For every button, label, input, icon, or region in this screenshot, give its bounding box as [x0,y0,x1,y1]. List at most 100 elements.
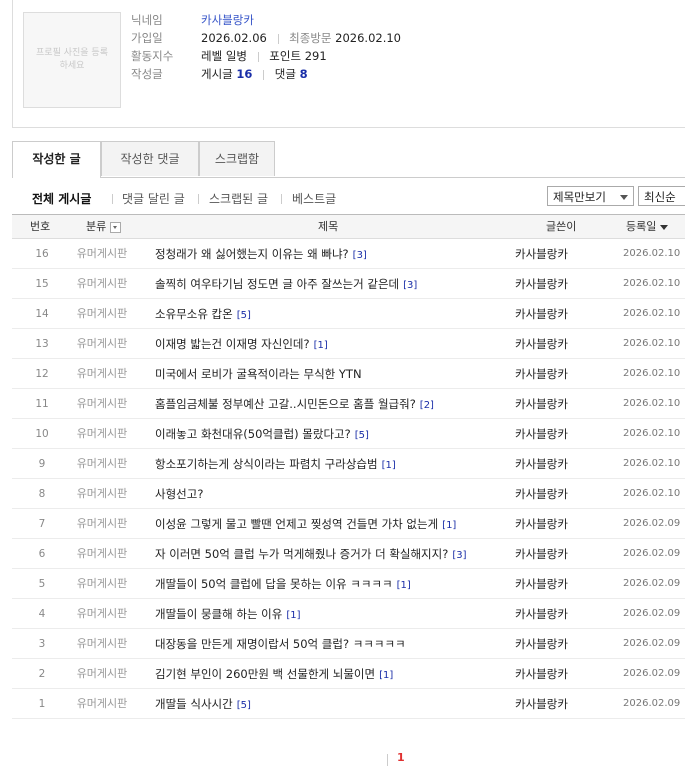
tab-scraps[interactable]: 스크랩함 [199,141,275,176]
filter-commented-posts[interactable]: 댓글 달린 글 [122,190,185,207]
post-category[interactable]: 유머게시판 [72,449,132,479]
comment-count[interactable]: [1] [314,340,328,351]
post-author[interactable]: 카사블랑카 [515,569,568,599]
post-category[interactable]: 유머게시판 [72,419,132,449]
table-row[interactable]: 2 유머게시판 김기현 부인이 260만원 백 선물한게 뇌물이면 [1] 카사블랑카 2… [12,659,685,689]
post-category[interactable]: 유머게시판 [72,509,132,539]
table-row[interactable]: 8 유머게시판 사형선고? 카사블랑카 2026.02.10 [12,479,685,509]
post-title-link[interactable]: 김기현 부인이 260만원 백 선물한게 뇌물이면 [155,667,375,681]
post-category[interactable]: 유머게시판 [72,629,132,659]
post-author[interactable]: 카사블랑카 [515,599,568,629]
post-title-link[interactable]: 개딸들 식사시간 [155,697,233,711]
post-title-link[interactable]: 이래놓고 화천대유(50억클럽) 몰랐다고? [155,427,351,441]
post-author[interactable]: 카사블랑카 [515,299,568,329]
table-row[interactable]: 9 유머게시판 항소포기하는게 상식이라는 파렴치 구라상습범 [1] 카사블랑카 202… [12,449,685,479]
post-author[interactable]: 카사블랑카 [515,239,568,269]
post-author[interactable]: 카사블랑카 [515,419,568,449]
post-title-link[interactable]: 이성윤 그렇게 물고 빨땐 언제고 찢성역 건들면 가차 없는게 [155,517,438,531]
post-title-link[interactable]: 소유무소유 캅온 [155,307,233,321]
comment-count[interactable]: [5] [237,700,251,711]
post-category[interactable]: 유머게시판 [72,359,132,389]
filter-all-posts[interactable]: 전체 게시글 [32,190,91,207]
table-row[interactable]: 3 유머게시판 대장동을 만든게 재명이랍서 50억 클럽? ㅋㅋㅋㅋㅋ 카사블랑카 2… [12,629,685,659]
sort-select[interactable]: 최신순 [638,186,685,206]
table-row[interactable]: 6 유머게시판 자 이러면 50억 클럽 누가 먹게해줬나 증거가 더 확실해지지?… [12,539,685,569]
post-category[interactable]: 유머게시판 [72,479,132,509]
post-category[interactable]: 유머게시판 [72,659,132,689]
post-category[interactable]: 유머게시판 [72,329,132,359]
post-title-link[interactable]: 이재명 밟는건 이재명 자신인데? [155,337,310,351]
table-row[interactable]: 12 유머게시판 미국에서 로비가 굴욕적이라는 무식한 YTN 카사블랑카 2026.… [12,359,685,389]
comment-count[interactable]: [3] [403,280,417,291]
comment-count[interactable]: [2] [420,400,434,411]
post-title-cell: 대장동을 만든게 재명이랍서 50억 클럽? ㅋㅋㅋㅋㅋ [155,629,505,659]
post-author[interactable]: 카사블랑카 [515,269,568,299]
post-author[interactable]: 카사블랑카 [515,389,568,419]
comment-count[interactable]: [5] [237,310,251,321]
post-number: 10 [35,428,49,440]
post-author[interactable]: 카사블랑카 [515,329,568,359]
post-date: 2026.02.10 [623,248,681,259]
col-date[interactable]: 등록일 [626,215,669,239]
comment-count[interactable]: [1] [397,580,411,591]
comment-count[interactable]: [1] [382,460,396,471]
col-category[interactable]: 분류 [86,215,122,239]
post-category[interactable]: 유머게시판 [72,239,132,269]
post-title-link[interactable]: 개딸들이 50억 클럽에 답을 못하는 이유 ㅋㅋㅋㅋ [155,577,393,591]
post-author[interactable]: 카사블랑카 [515,689,568,719]
comment-count[interactable]: [3] [353,250,367,261]
post-title-link[interactable]: 항소포기하는게 상식이라는 파렴치 구라상습범 [155,457,378,471]
table-row[interactable]: 10 유머게시판 이래놓고 화천대유(50억클럽) 몰랐다고? [5] 카사블랑카 202… [12,419,685,449]
post-category[interactable]: 유머게시판 [72,269,132,299]
filter-best-posts[interactable]: 베스트글 [292,190,336,207]
profile-photo-placeholder[interactable]: 프로필 사진을 등록하세요 [23,12,121,108]
table-row[interactable]: 1 유머게시판 개딸들 식사시간 [5] 카사블랑카 2026.02.09 [12,689,685,719]
post-title-link[interactable]: 미국에서 로비가 굴욕적이라는 무식한 YTN [155,367,362,381]
nickname[interactable]: 카사블랑카 [201,11,254,29]
view-mode-select[interactable]: 제목만보기 [547,186,634,206]
table-row[interactable]: 16 유머게시판 정청래가 왜 싫어했는지 이유는 왜 빠냐? [3] 카사블랑카 202… [12,239,685,269]
post-author[interactable]: 카사블랑카 [515,659,568,689]
post-date: 2026.02.09 [623,668,681,679]
post-title-link[interactable]: 정청래가 왜 싫어했는지 이유는 왜 빠냐? [155,247,349,261]
comment-count[interactable]: [1] [379,670,393,681]
post-category[interactable]: 유머게시판 [72,689,132,719]
dropdown-arrow-icon[interactable] [110,221,122,233]
table-row[interactable]: 4 유머게시판 개딸들이 뭉클해 하는 이유 [1] 카사블랑카 2026.02.09 [12,599,685,629]
post-category[interactable]: 유머게시판 [72,539,132,569]
page-number-current[interactable]: 1 [397,751,405,764]
post-category[interactable]: 유머게시판 [72,569,132,599]
comment-count[interactable]: [5] [355,430,369,441]
post-date: 2026.02.10 [623,428,681,439]
tab-my-comments[interactable]: 작성한 댓글 [101,141,199,176]
filter-scrapped-posts[interactable]: 스크랩된 글 [209,190,268,207]
table-row[interactable]: 11 유머게시판 홈플임금체불 정부예산 고갈..시민돈으로 홈플 월급줘? [2] 카… [12,389,685,419]
post-author[interactable]: 카사블랑카 [515,539,568,569]
post-title-link[interactable]: 홈플임금체불 정부예산 고갈..시민돈으로 홈플 월급줘? [155,397,416,411]
post-category[interactable]: 유머게시판 [72,599,132,629]
post-author[interactable]: 카사블랑카 [515,479,568,509]
comment-count[interactable]: [1] [442,520,456,531]
post-date: 2026.02.10 [623,398,681,409]
table-row[interactable]: 13 유머게시판 이재명 밟는건 이재명 자신인데? [1] 카사블랑카 2026.02.… [12,329,685,359]
post-category[interactable]: 유머게시판 [72,299,132,329]
post-category[interactable]: 유머게시판 [72,389,132,419]
table-row[interactable]: 15 유머게시판 솔찍히 여우타기님 정도면 글 아주 잘쓰는거 같은데 [3] 카사블… [12,269,685,299]
post-title-link[interactable]: 솔찍히 여우타기님 정도면 글 아주 잘쓰는거 같은데 [155,277,399,291]
table-row[interactable]: 5 유머게시판 개딸들이 50억 클럽에 답을 못하는 이유 ㅋㅋㅋㅋ [1] 카사블랑… [12,569,685,599]
comment-count[interactable]: [1] [286,610,300,621]
post-title-link[interactable]: 대장동을 만든게 재명이랍서 50억 클럽? ㅋㅋㅋㅋㅋ [155,637,406,651]
post-author[interactable]: 카사블랑카 [515,449,568,479]
post-title-link[interactable]: 사형선고? [155,487,203,501]
post-author[interactable]: 카사블랑카 [515,509,568,539]
post-author[interactable]: 카사블랑카 [515,629,568,659]
tab-my-posts[interactable]: 작성한 글 [12,141,101,178]
post-title-link[interactable]: 자 이러면 50억 클럽 누가 먹게해줬나 증거가 더 확실해지지? [155,547,448,561]
post-author[interactable]: 카사블랑카 [515,359,568,389]
table-row[interactable]: 7 유머게시판 이성윤 그렇게 물고 빨땐 언제고 찢성역 건들면 가차 없는게 [1… [12,509,685,539]
post-title-link[interactable]: 개딸들이 뭉클해 하는 이유 [155,607,282,621]
member-level: 레벨 일병 [201,49,247,63]
post-title-cell: 사형선고? [155,479,505,509]
table-row[interactable]: 14 유머게시판 소유무소유 캅온 [5] 카사블랑카 2026.02.10 [12,299,685,329]
comment-count[interactable]: [3] [452,550,466,561]
